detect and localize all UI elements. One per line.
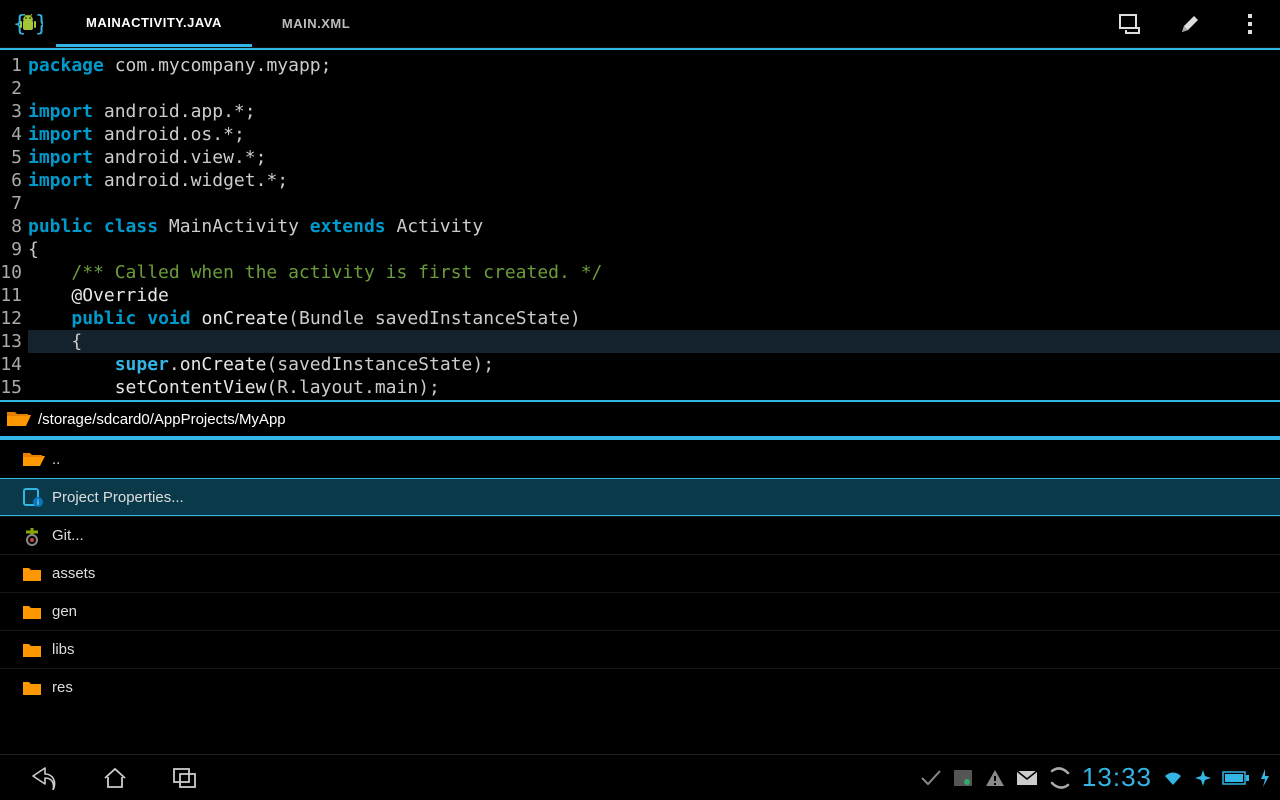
code-line[interactable]: import android.os.*;: [28, 123, 1280, 146]
folder-icon: [22, 566, 52, 582]
tree-item-label: libs: [52, 641, 75, 658]
tree-item-label: res: [52, 679, 73, 696]
run-target-icon[interactable]: [1100, 0, 1160, 47]
git-icon: [22, 526, 52, 546]
tree-item-label: ..: [52, 451, 60, 468]
overflow-menu-icon[interactable]: [1220, 0, 1280, 47]
tree-item-label: gen: [52, 603, 77, 620]
code-area[interactable]: package com.mycompany.myapp; import andro…: [28, 50, 1280, 400]
checkmark-icon: [920, 769, 942, 787]
code-line[interactable]: public void onCreate(Bundle savedInstanc…: [28, 307, 1280, 330]
spacer: [380, 0, 1100, 47]
tree-item-label: Git...: [52, 527, 84, 544]
airplane-mode-icon: [1194, 769, 1212, 787]
tree-item-label: assets: [52, 565, 95, 582]
line-number-gutter: 123456789101112131415: [0, 50, 28, 400]
tree-item-[interactable]: ..: [0, 440, 1280, 478]
recent-apps-button[interactable]: [150, 755, 220, 800]
tab-mainactivity-java[interactable]: MAINACTIVITY.JAVA: [56, 0, 252, 47]
back-button[interactable]: [10, 755, 80, 800]
code-line[interactable]: {: [28, 330, 1280, 353]
code-line[interactable]: /** Called when the activity is first cr…: [28, 261, 1280, 284]
app-icon[interactable]: { }: [0, 0, 56, 47]
code-editor[interactable]: 123456789101112131415 package com.mycomp…: [0, 48, 1280, 400]
warning-icon: [984, 768, 1006, 788]
tree-item-gen[interactable]: gen: [0, 592, 1280, 630]
code-line[interactable]: @Override: [28, 284, 1280, 307]
tree-item-libs[interactable]: libs: [0, 630, 1280, 668]
folder-icon: [22, 604, 52, 620]
tab-main-xml[interactable]: MAIN.XML: [252, 0, 380, 47]
battery-icon: [1222, 770, 1250, 786]
code-line[interactable]: [28, 77, 1280, 100]
tree-item-assets[interactable]: assets: [0, 554, 1280, 592]
code-line[interactable]: [28, 192, 1280, 215]
svg-text:i: i: [37, 498, 39, 507]
wifi-icon: [1162, 769, 1184, 787]
app-status-icon: [952, 768, 974, 788]
home-button[interactable]: [80, 755, 150, 800]
tree-item-label: Project Properties...: [52, 489, 184, 506]
charging-icon: [1260, 769, 1270, 787]
tree-item-git[interactable]: Git...: [0, 516, 1280, 554]
code-line[interactable]: import android.view.*;: [28, 146, 1280, 169]
folder-open-up-icon: [22, 450, 52, 468]
path-text: /storage/sdcard0/AppProjects/MyApp: [38, 411, 286, 428]
sync-icon: [1048, 767, 1072, 789]
code-line[interactable]: package com.mycompany.myapp;: [28, 54, 1280, 77]
file-tree[interactable]: .. i Project Properties... Git... assets gen l…: [0, 436, 1280, 754]
path-bar[interactable]: /storage/sdcard0/AppProjects/MyApp: [0, 400, 1280, 436]
mail-icon: [1016, 770, 1038, 786]
status-area[interactable]: 13:33: [920, 762, 1270, 793]
code-line[interactable]: {: [28, 238, 1280, 261]
folder-icon: [22, 642, 52, 658]
system-navbar: 13:33: [0, 754, 1280, 800]
titlebar: { } MAINACTIVITY.JAVA MAIN.XML: [0, 0, 1280, 48]
tab-label: MAINACTIVITY.JAVA: [86, 15, 222, 30]
code-line[interactable]: public class MainActivity extends Activi…: [28, 215, 1280, 238]
folder-icon: [22, 680, 52, 696]
clock: 13:33: [1082, 762, 1152, 793]
code-line[interactable]: import android.app.*;: [28, 100, 1280, 123]
properties-icon: i: [22, 487, 52, 507]
tree-item-res[interactable]: res: [0, 668, 1280, 706]
edit-pencil-icon[interactable]: [1160, 0, 1220, 47]
code-line[interactable]: import android.widget.*;: [28, 169, 1280, 192]
folder-open-icon: [6, 409, 32, 429]
tab-label: MAIN.XML: [282, 16, 350, 31]
svg-text:}: }: [35, 12, 43, 37]
code-line[interactable]: super.onCreate(savedInstanceState);: [28, 353, 1280, 376]
tree-item-project-properties[interactable]: i Project Properties...: [0, 478, 1280, 516]
code-line[interactable]: setContentView(R.layout.main);: [28, 376, 1280, 399]
